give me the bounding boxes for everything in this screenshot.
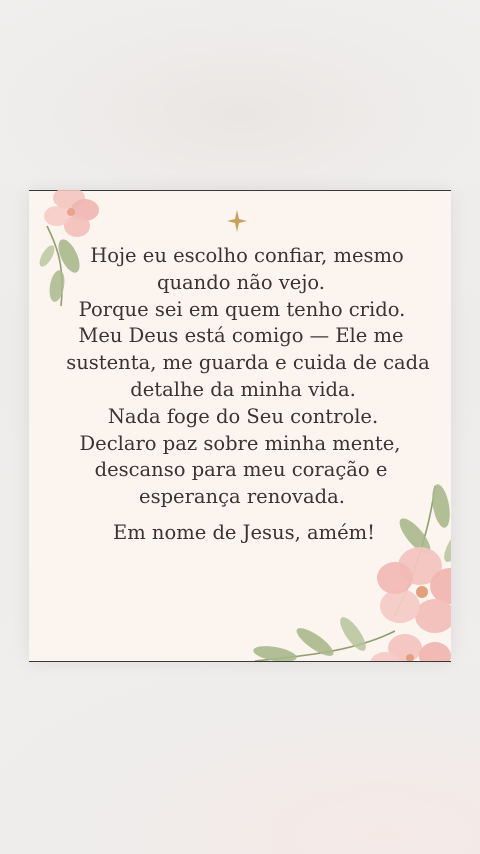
prayer-card: Hoje eu escolho confiar, mesmo quando nã… xyxy=(29,190,451,662)
prayer-line: detalhe da minha vida. xyxy=(130,377,356,401)
prayer-line: sustenta, me guarda e cuida de cada xyxy=(66,351,430,375)
prayer-line: quando não vejo. xyxy=(157,270,325,294)
prayer-line: Meu Deus está comigo — Ele me xyxy=(78,324,404,348)
flower-bottom-right-icon xyxy=(253,484,451,662)
four-point-star-icon xyxy=(227,210,247,232)
prayer-line: Hoje eu escolho confiar, mesmo xyxy=(90,244,404,267)
card-bottom-border xyxy=(29,661,451,662)
prayer-line: Porque sei em quem tenho crido. xyxy=(78,297,406,321)
prayer-line: Nada foge do Seu controle. xyxy=(107,404,379,428)
prayer-line: Declaro paz sobre minha mente, xyxy=(79,431,401,455)
background-blur-bottom xyxy=(0,662,480,854)
background-blur-top xyxy=(0,0,480,190)
